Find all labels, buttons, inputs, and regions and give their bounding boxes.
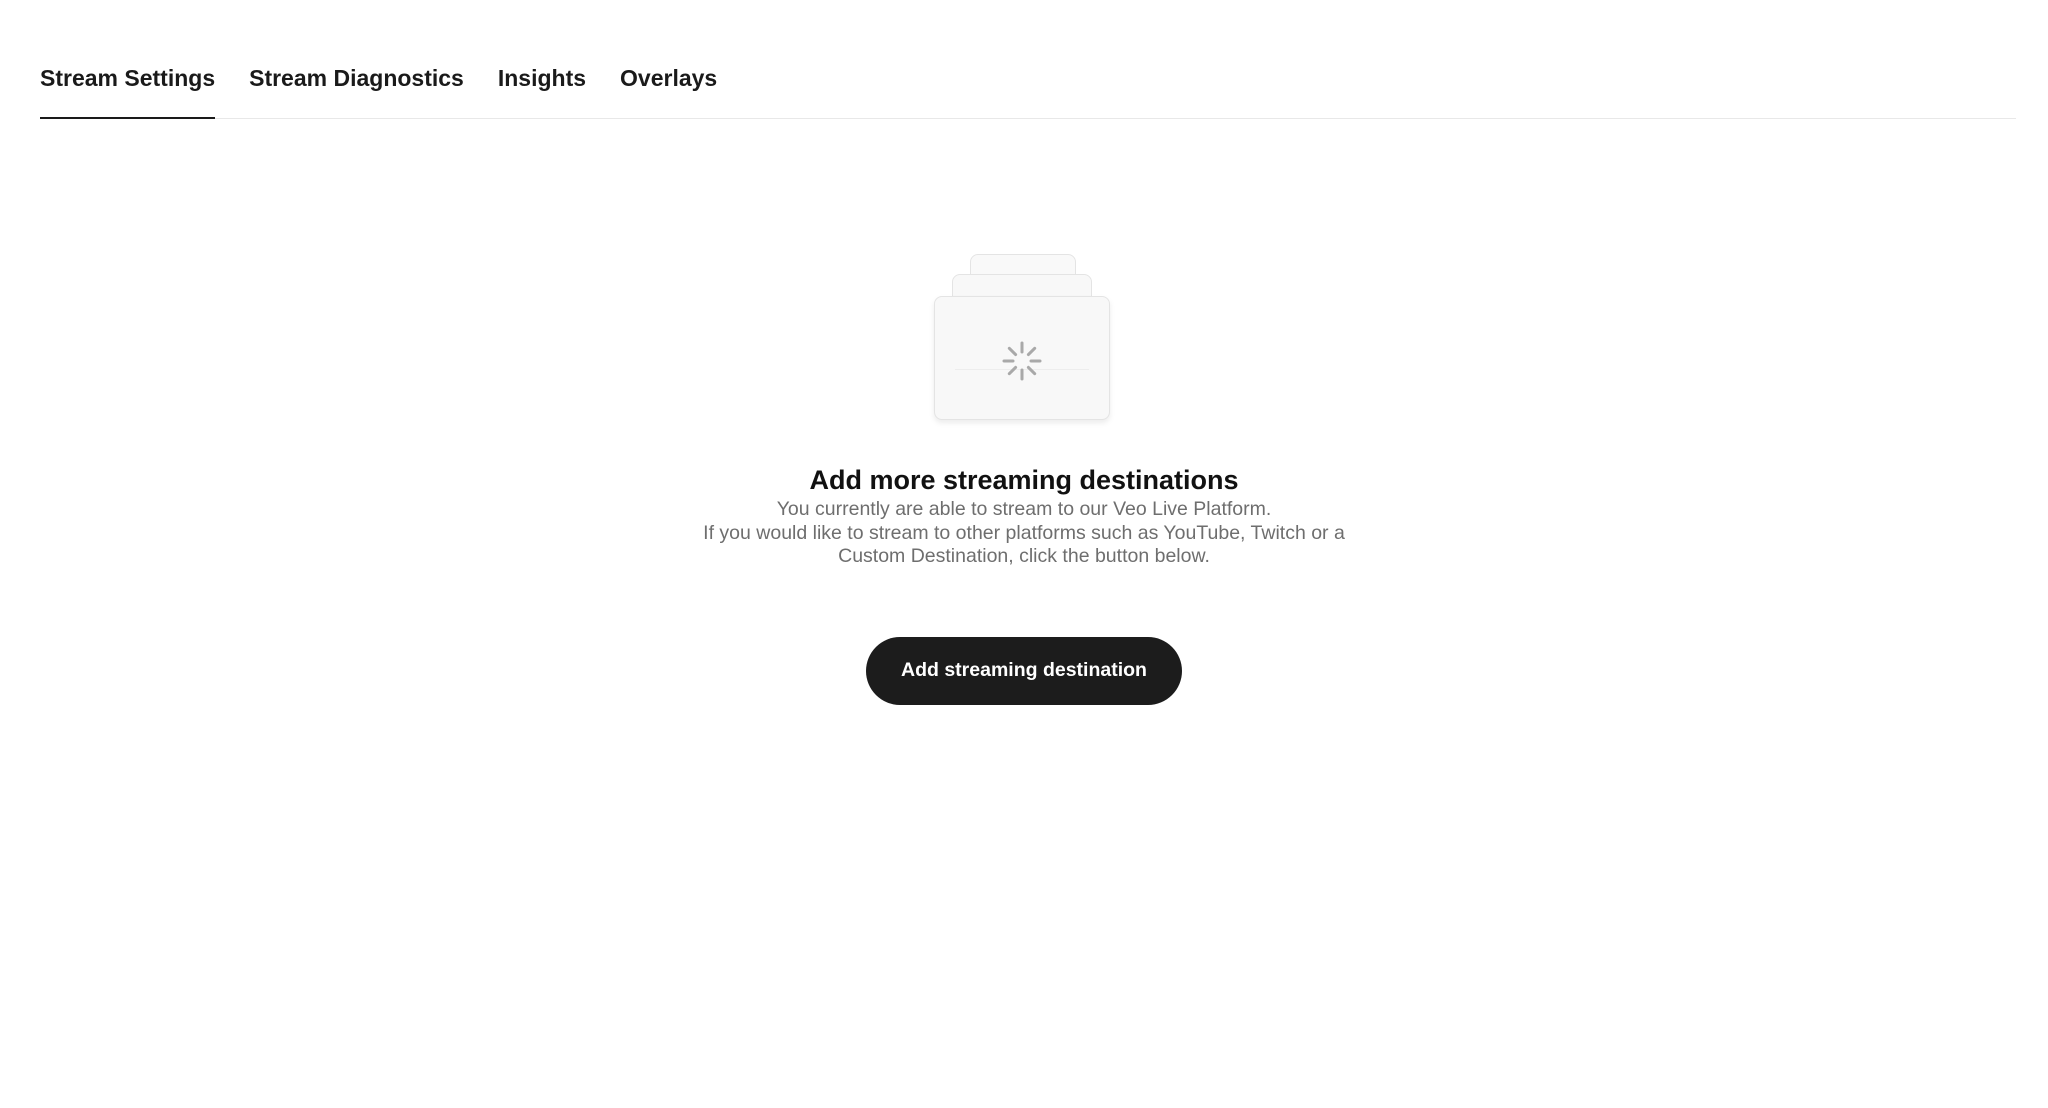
add-streaming-destination-button[interactable]: Add streaming destination bbox=[866, 636, 1182, 705]
tab-insights[interactable]: Insights bbox=[498, 52, 586, 118]
tab-overlays[interactable]: Overlays bbox=[620, 52, 717, 118]
tab-stream-diagnostics[interactable]: Stream Diagnostics bbox=[249, 52, 464, 118]
stream-settings-page: Stream Settings Stream Diagnostics Insig… bbox=[0, 0, 2048, 1108]
description-line-2: If you would like to stream to other pla… bbox=[703, 521, 1345, 568]
empty-state: Add more streaming destinations You curr… bbox=[0, 250, 2048, 705]
empty-state-description: You currently are able to stream to our … bbox=[694, 498, 1354, 569]
tab-stream-settings[interactable]: Stream Settings bbox=[40, 52, 216, 119]
stacked-cards-illustration bbox=[934, 250, 1114, 425]
loading-spinner-icon bbox=[1002, 341, 1042, 381]
description-line-1: You currently are able to stream to our … bbox=[776, 498, 1272, 520]
empty-state-title: Add more streaming destinations bbox=[809, 465, 1239, 495]
tab-bar: Stream Settings Stream Diagnostics Insig… bbox=[40, 52, 2016, 119]
